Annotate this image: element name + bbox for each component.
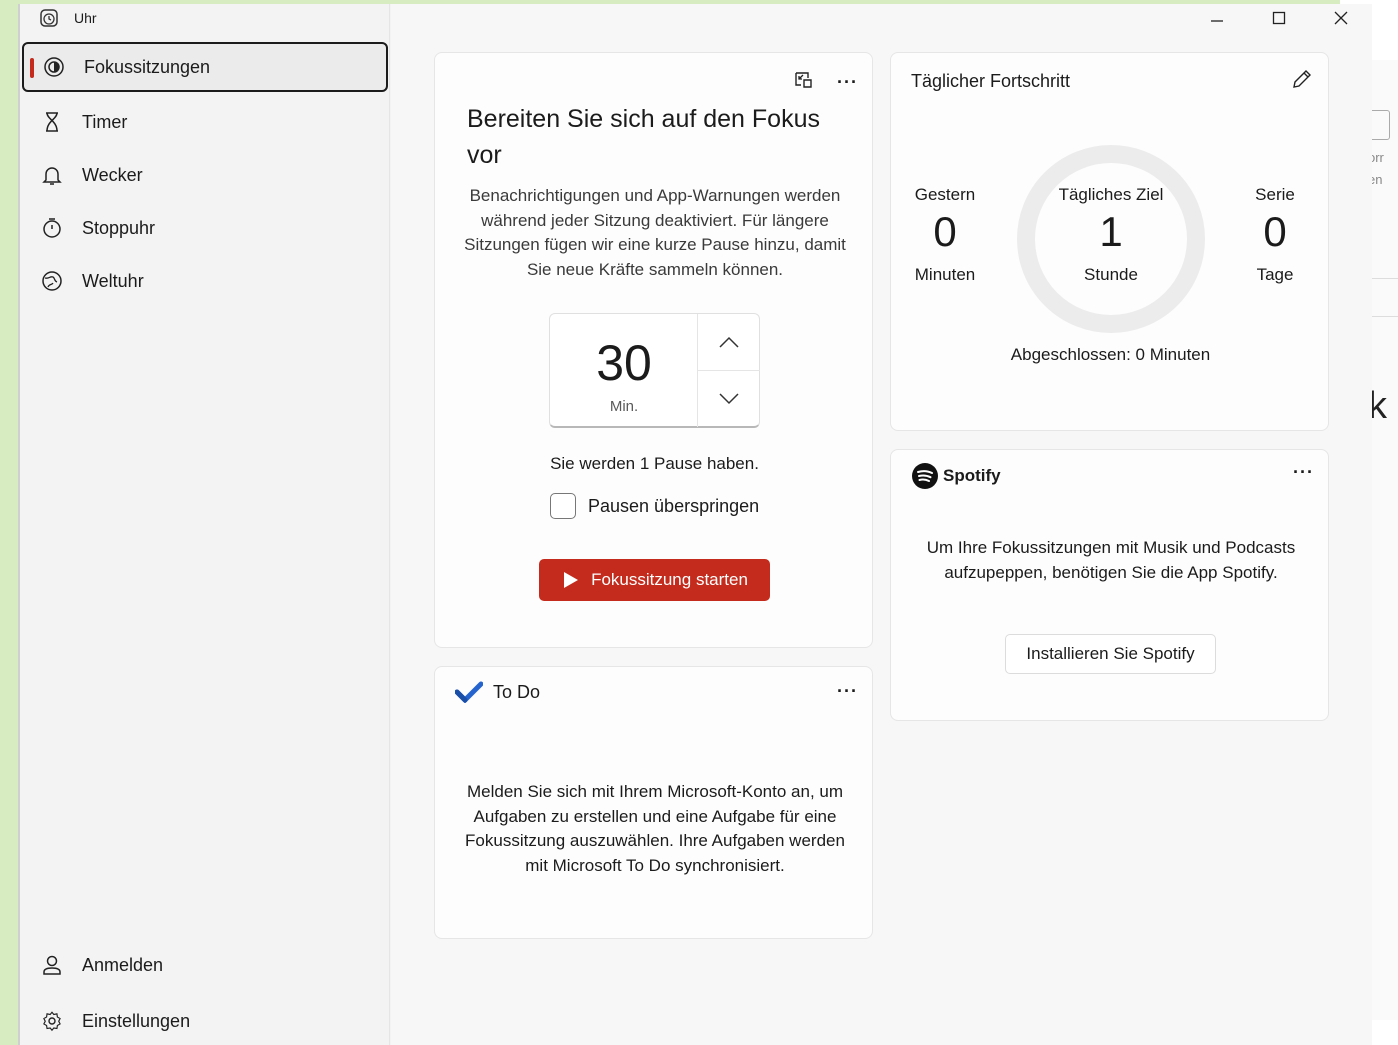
sidebar-item-fokussitzungen[interactable]: Fokussitzungen [22, 42, 388, 92]
install-spotify-button[interactable]: Installieren Sie Spotify [1005, 634, 1216, 674]
sidebar: Uhr Fokussitzungen Timer Wecker Stoppuhr… [20, 4, 390, 1045]
todo-card: To Do ··· Melden Sie sich mit Ihrem Micr… [434, 666, 873, 939]
focus-icon [42, 55, 66, 79]
decrease-button[interactable] [698, 371, 760, 427]
sidebar-item-label: Stoppuhr [82, 217, 156, 238]
close-button[interactable] [1310, 4, 1372, 32]
streak-stat: Serie 0 Tage [1235, 185, 1315, 285]
start-focus-button[interactable]: Fokussitzung starten [539, 559, 770, 601]
gear-icon [40, 1009, 64, 1033]
sidebar-item-timer[interactable]: Timer [22, 97, 388, 147]
focus-setup-card: ··· Bereiten Sie sich auf den Fokus vor … [434, 52, 873, 648]
spotify-body: Um Ihre Fokussitzungen mit Musik und Pod… [926, 538, 1296, 582]
skip-breaks-checkbox[interactable] [550, 493, 576, 519]
goal-unit: Stunde [1084, 265, 1138, 284]
chevron-down-icon [719, 393, 739, 405]
edit-icon[interactable] [1290, 67, 1314, 96]
compact-overlay-icon[interactable] [793, 69, 815, 96]
active-indicator [30, 58, 34, 78]
increase-button[interactable] [698, 314, 760, 370]
streak-value: 0 [1263, 208, 1287, 255]
focus-description: Benachrichtigungen und App-Warnungen wer… [464, 186, 846, 279]
todo-body: Melden Sie sich mit Ihrem Microsoft-Kont… [465, 782, 845, 875]
more-options-icon[interactable]: ··· [1293, 462, 1314, 483]
streak-unit: Tage [1256, 265, 1294, 284]
desktop-edge [0, 0, 18, 1045]
hourglass-icon [40, 110, 64, 134]
goal-value: 1 [1099, 208, 1123, 255]
sidebar-item-label: Wecker [82, 164, 143, 185]
yesterday-value: 0 [933, 208, 957, 255]
app-title: Uhr [74, 10, 97, 26]
focus-title: Bereiten Sie sich auf den Fokus vor [467, 105, 820, 169]
bell-icon [40, 163, 64, 187]
card-actions: ··· [793, 69, 858, 96]
skip-breaks-label: Pausen überspringen [588, 495, 760, 516]
sidebar-item-label: Einstellungen [82, 1010, 191, 1031]
pause-info: Sie werden 1 Pause haben. [550, 454, 759, 473]
yesterday-label: Gestern [914, 185, 976, 204]
sidebar-item-wecker[interactable]: Wecker [22, 150, 388, 200]
todo-check-icon [455, 681, 483, 703]
duration-value: 30 [596, 335, 652, 391]
skip-breaks-row[interactable]: Pausen überspringen [550, 493, 759, 519]
sidebar-item-label: Timer [82, 111, 128, 132]
maximize-button[interactable] [1248, 4, 1310, 32]
progress-title: Täglicher Fortschritt [911, 71, 1071, 91]
start-focus-label: Fokussitzung starten [591, 570, 748, 589]
sidebar-item-label: Anmelden [82, 954, 164, 975]
spotify-logo-icon [912, 463, 938, 489]
clock-app-window: Uhr Fokussitzungen Timer Wecker Stoppuhr… [18, 4, 1372, 1045]
app-title-bar: Uhr [38, 6, 97, 30]
spotify-title: Spotify [943, 466, 1001, 485]
yesterday-unit: Minuten [914, 265, 976, 284]
stopwatch-icon [40, 216, 64, 240]
goal-label: Tägliches Ziel [1058, 185, 1164, 204]
more-options-icon[interactable]: ··· [837, 72, 858, 93]
yesterday-stat: Gestern 0 Minuten [905, 185, 985, 285]
streak-label: Serie [1255, 185, 1295, 204]
minimize-button[interactable] [1186, 4, 1248, 32]
daily-goal-stat[interactable]: Tägliches Ziel 1 Stunde [1031, 185, 1191, 285]
sidebar-item-weltuhr[interactable]: Weltuhr [22, 256, 388, 306]
spotify-card: Spotify ··· Um Ihre Fokussitzungen mit M… [890, 449, 1329, 721]
todo-header: To Do [455, 681, 540, 703]
chevron-up-icon [719, 336, 739, 348]
daily-progress-card: Täglicher Fortschritt Gestern 0 Minuten … [890, 52, 1329, 431]
todo-title: To Do [493, 681, 541, 702]
duration-unit: Min. [609, 398, 639, 415]
window-controls [1186, 4, 1372, 32]
sidebar-item-anmelden[interactable]: Anmelden [22, 940, 388, 990]
sidebar-item-stoppuhr[interactable]: Stoppuhr [22, 203, 388, 253]
duration-stepper[interactable]: 30 Min. [549, 313, 760, 428]
clock-app-icon [38, 7, 60, 29]
sidebar-item-einstellungen[interactable]: Einstellungen [22, 996, 388, 1045]
spotify-header: Spotify [911, 462, 1001, 490]
globe-icon [40, 269, 64, 293]
user-icon [40, 953, 64, 977]
play-icon [564, 572, 579, 588]
sidebar-item-label: Fokussitzungen [84, 56, 211, 77]
more-options-icon[interactable]: ··· [837, 681, 858, 702]
sidebar-item-label: Weltuhr [82, 270, 144, 291]
completed-text: Abgeschlossen: 0 Minuten [1010, 345, 1211, 364]
main-content: ··· Bereiten Sie sich auf den Fokus vor … [391, 4, 1372, 1045]
